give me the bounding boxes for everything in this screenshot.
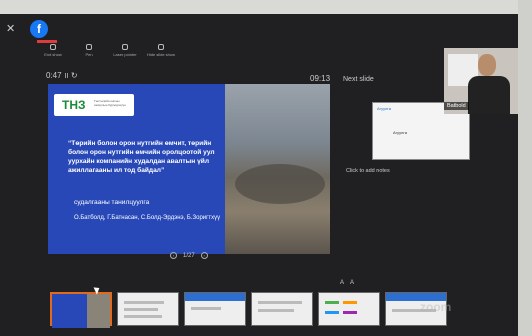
slide-authors: О.Батболд, Г.Батнасан, С.Болд-Эрдэнэ, Б.… (74, 215, 221, 221)
hide-slide-show-button[interactable]: Hide slide show (147, 44, 175, 57)
end-show-button[interactable]: End show (40, 44, 66, 57)
hide-icon (158, 44, 164, 50)
font-size-controls: A A (340, 280, 354, 286)
webcam-name-tag: Batbold (444, 102, 469, 110)
slide-subtitle: судалгааны танилцуулга (74, 199, 150, 206)
presenter-view: ✕ f End show Pen Laser pointer Hide slid… (0, 14, 518, 336)
facebook-icon[interactable]: f (30, 20, 48, 38)
decrease-font-button[interactable]: A (350, 280, 354, 286)
notes-placeholder[interactable]: Click to add notes (346, 168, 390, 174)
slide-pager: ‹ 1/27 › (170, 252, 208, 259)
zoom-watermark: zoom (420, 300, 452, 314)
increase-font-button[interactable]: A (340, 280, 344, 286)
live-indicator (37, 40, 57, 43)
slide-thumbnail[interactable] (117, 292, 179, 326)
slide-counter: 1/27 (183, 252, 195, 259)
slide-title: “Төрийн болон орон нутгийн өмчит, төрийн… (68, 140, 215, 174)
slide-filmstrip (50, 292, 447, 328)
monitor-bezel-top (0, 0, 532, 14)
end-show-icon (50, 44, 56, 50)
current-slide: ТНЗ Төгсгөлийн шатны захирлын бүрэлдэхүү… (48, 84, 330, 254)
prev-slide-button[interactable]: ‹ (170, 252, 177, 259)
slide-thumbnail[interactable] (50, 292, 112, 328)
laser-pointer-button[interactable]: Laser pointer (112, 44, 138, 57)
elapsed-timer: 0:47 ॥ ↻ (46, 71, 78, 80)
next-slide-button[interactable]: › (200, 252, 208, 259)
slide-thumbnail[interactable] (251, 292, 313, 326)
pen-icon (86, 44, 92, 50)
clock: 09:13 (310, 74, 331, 83)
presenter-toolbar: End show Pen Laser pointer Hide slide sh… (40, 44, 175, 57)
monitor-bezel-right (518, 0, 532, 336)
organization-logo: ТНЗ Төгсгөлийн шатны захирлын бүрэлдэхүү… (54, 94, 134, 116)
laser-icon (122, 44, 128, 50)
slide-thumbnail[interactable] (184, 292, 246, 326)
pen-button[interactable]: Pen (76, 44, 102, 57)
next-slide-label: Next slide (343, 76, 374, 83)
mine-photo (225, 84, 330, 254)
slide-thumbnail[interactable] (318, 292, 380, 326)
close-icon[interactable]: ✕ (6, 22, 15, 35)
